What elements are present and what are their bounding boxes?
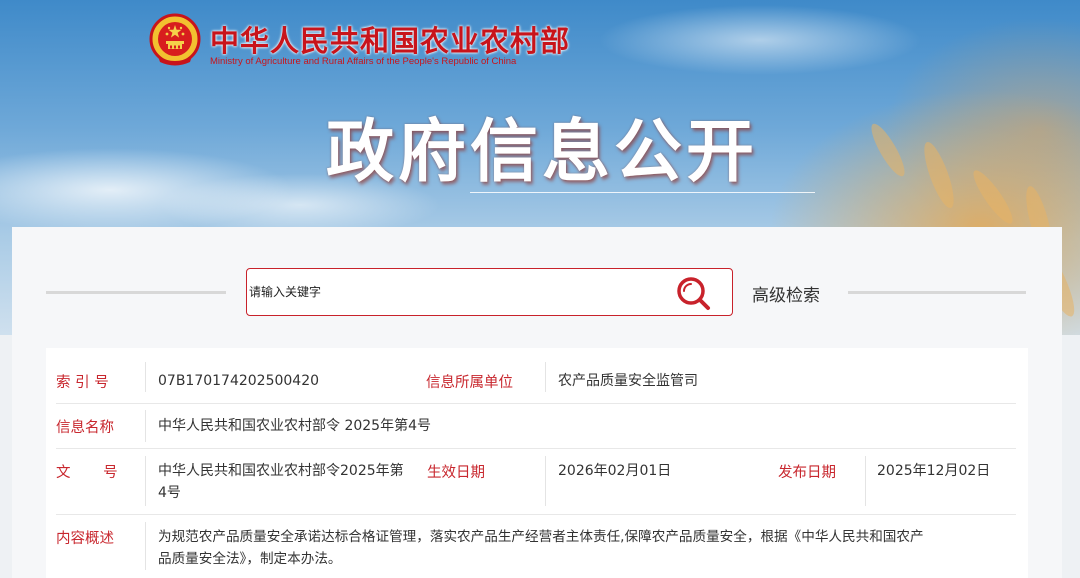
row-divider <box>56 403 1016 404</box>
column-divider <box>145 410 146 442</box>
effective-date-label: 生效日期 <box>427 465 485 481</box>
title-divider <box>470 192 815 193</box>
doc-number-value-cont: 4号 <box>158 485 181 501</box>
page-title: 政府信息公开 <box>326 113 759 192</box>
unit-label: 信息所属单位 <box>426 375 513 391</box>
column-divider <box>545 456 546 506</box>
row-divider <box>56 514 1016 515</box>
unit-value: 农产品质量安全监管司 <box>558 373 698 389</box>
effective-date-value: 2026年02月01日 <box>558 463 672 479</box>
name-label: 信息名称 <box>56 420 114 436</box>
search-divider-right <box>848 291 1026 294</box>
row-divider <box>56 448 1016 449</box>
search-icon[interactable] <box>675 275 713 311</box>
doc-number-label: 文 号 <box>56 465 118 481</box>
wheat-ear <box>866 120 910 180</box>
doc-number-value: 中华人民共和国农业农村部令2025年第 <box>158 463 404 479</box>
wheat-ear <box>968 166 1018 228</box>
wheat-ear <box>918 139 960 211</box>
publish-date-label: 发布日期 <box>778 465 836 481</box>
index-value: 07B170174202500420 <box>158 373 320 389</box>
national-emblem-icon <box>149 13 201 66</box>
search-input[interactable] <box>247 269 657 314</box>
ministry-name-en: Ministry of Agriculture and Rural Affair… <box>210 56 517 67</box>
summary-text: 为规范农产品质量安全承诺达标合格证管理，落实农产品生产经营者主体责任,保障农产品… <box>158 529 924 545</box>
name-value: 中华人民共和国农业农村部令 2025年第4号 <box>158 418 431 434</box>
search-box <box>246 268 733 316</box>
index-label: 索 引 号 <box>56 375 109 391</box>
advanced-search-link[interactable]: 高级检索 <box>752 281 820 306</box>
column-divider <box>865 456 866 506</box>
column-divider <box>145 456 146 506</box>
summary-text-cont: 品质量安全法》，制定本办法。 <box>158 551 342 567</box>
column-divider <box>145 362 146 392</box>
search-divider-left <box>46 291 226 294</box>
column-divider <box>545 362 546 392</box>
summary-label: 内容概述 <box>56 531 114 547</box>
ministry-name-cn: 中华人民共和国农业农村部 <box>210 24 571 58</box>
column-divider <box>145 522 146 570</box>
publish-date-value: 2025年12月02日 <box>877 463 991 479</box>
